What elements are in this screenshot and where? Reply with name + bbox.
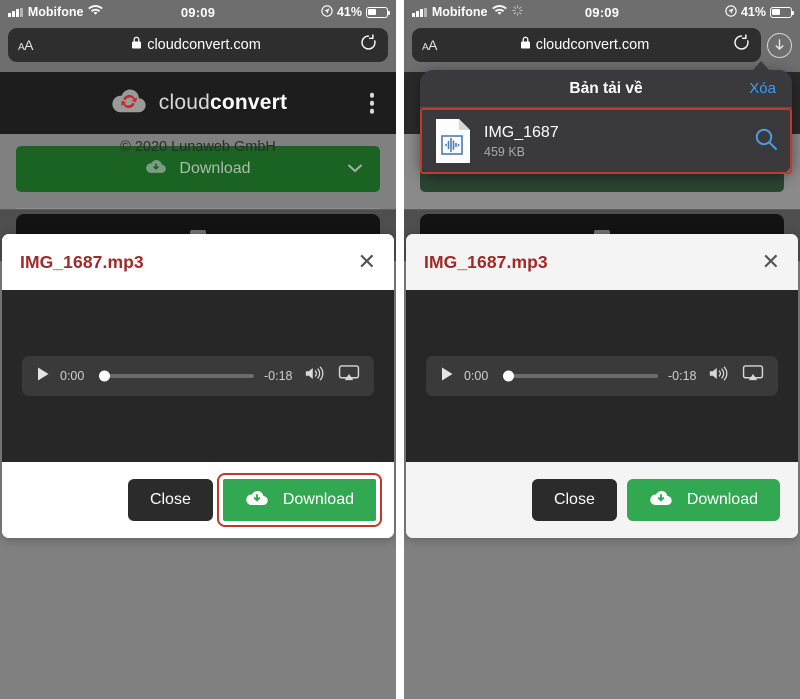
modal-download-label: Download <box>686 491 758 508</box>
url-text: cloudconvert.com <box>147 37 261 53</box>
carrier-label: Mobifone <box>27 5 84 19</box>
downloads-popover: Bản tải về Xóa IMG_1687 459 KB <box>420 61 792 174</box>
scrubber-knob[interactable] <box>99 370 110 382</box>
url-bar[interactable]: AA cloudconvert.com <box>412 28 761 62</box>
text-size-icon[interactable]: AA <box>422 37 438 53</box>
battery-icon <box>366 6 391 18</box>
screenshot-stage: Mobifone 09:09 41% AA cloudconvert.com c… <box>0 0 800 699</box>
copyright-text: © 2020 Lunaweb GmbH <box>120 139 276 155</box>
lock-icon <box>131 36 142 54</box>
scrubber-knob[interactable] <box>503 370 514 382</box>
download-file-size: 459 KB <box>484 145 526 159</box>
audio-preview-modal: IMG_1687.mp3 ✕ 0:00 -0:18 Close Download <box>2 234 394 538</box>
modal-footer: Close Download <box>2 462 394 538</box>
sync-spinner-icon <box>512 3 524 21</box>
download-arrow-circle-icon[interactable] <box>767 32 792 58</box>
remaining-time-label: -0:18 <box>264 369 293 383</box>
brand-wordmark: cloudconvert <box>159 91 287 115</box>
carrier-label: Mobifone <box>431 5 488 19</box>
site-footer: © 2020 Lunaweb GmbH <box>0 113 396 209</box>
volume-up-icon[interactable] <box>708 365 732 387</box>
downloads-title: Bản tải về <box>569 79 643 97</box>
clear-downloads-button[interactable]: Xóa <box>749 80 776 97</box>
current-time-label: 0:00 <box>60 369 85 383</box>
browser-url-bar-container: AA cloudconvert.com <box>0 24 396 72</box>
location-arrow-icon <box>321 4 333 20</box>
modal-body: 0:00 -0:18 <box>2 290 394 462</box>
right-phone-screenshot: Mobifone 09:09 41% AA cloudconvert.com I… <box>404 0 800 699</box>
cloud-download-icon <box>245 489 269 512</box>
wifi-icon <box>88 3 104 21</box>
location-arrow-icon <box>725 4 737 20</box>
audio-player[interactable]: 0:00 -0:18 <box>22 356 374 396</box>
audio-file-document-icon <box>434 118 472 164</box>
play-triangle-icon[interactable] <box>440 366 454 387</box>
popover-header: Bản tải về Xóa <box>420 70 792 108</box>
battery-percent-label: 41% <box>740 5 766 19</box>
signal-bars-icon <box>8 7 23 17</box>
modal-body: 0:00 -0:18 <box>406 290 798 462</box>
download-list-item[interactable]: IMG_1687 459 KB <box>420 108 792 174</box>
airplay-icon[interactable] <box>742 365 764 387</box>
close-x-icon[interactable]: ✕ <box>762 251 780 273</box>
modal-header: IMG_1687.mp3 ✕ <box>2 234 394 290</box>
url-bar[interactable]: AA cloudconvert.com <box>8 28 388 62</box>
download-file-name: IMG_1687 <box>484 124 559 141</box>
modal-title: IMG_1687.mp3 <box>424 251 548 272</box>
reload-icon[interactable] <box>732 33 751 57</box>
cloud-download-icon <box>649 489 673 512</box>
magnifying-glass-icon[interactable] <box>754 127 778 156</box>
remaining-time-label: -0:18 <box>668 369 697 383</box>
close-button[interactable]: Close <box>127 479 213 521</box>
lock-icon <box>520 36 531 54</box>
brand-bold: convert <box>209 91 288 114</box>
modal-download-button[interactable]: Download <box>626 479 780 521</box>
airplay-icon[interactable] <box>338 365 360 387</box>
brand-light: cloud <box>158 91 210 114</box>
current-time-label: 0:00 <box>464 369 489 383</box>
browser-url-bar-container: AA cloudconvert.com <box>404 24 800 72</box>
url-text: cloudconvert.com <box>535 37 650 53</box>
text-size-icon[interactable]: AA <box>18 37 34 53</box>
signal-bars-icon <box>412 7 427 17</box>
audio-preview-modal: IMG_1687.mp3 ✕ 0:00 -0:18 Close Download <box>406 234 798 538</box>
status-bar: Mobifone 09:09 41% <box>0 0 396 24</box>
modal-header: IMG_1687.mp3 ✕ <box>406 234 798 290</box>
page-body: Download IMG_1687.mp3 ✕ <box>0 134 396 538</box>
wifi-icon <box>492 3 508 21</box>
play-triangle-icon[interactable] <box>36 366 50 387</box>
audio-player[interactable]: 0:00 -0:18 <box>426 356 778 396</box>
modal-title: IMG_1687.mp3 <box>20 251 144 272</box>
battery-icon <box>770 6 795 18</box>
reload-icon[interactable] <box>359 33 378 57</box>
battery-percent-label: 41% <box>336 5 362 19</box>
progress-scrubber[interactable] <box>99 370 254 382</box>
kebab-menu-icon[interactable] <box>369 92 374 114</box>
download-file-meta: IMG_1687 459 KB <box>484 123 742 159</box>
close-x-icon[interactable]: ✕ <box>358 251 376 273</box>
modal-download-button[interactable]: Download <box>216 473 383 527</box>
progress-scrubber[interactable] <box>503 370 658 382</box>
modal-footer: Close Download <box>406 462 798 538</box>
close-button[interactable]: Close <box>531 479 617 521</box>
left-phone-screenshot: Mobifone 09:09 41% AA cloudconvert.com c… <box>0 0 396 699</box>
status-bar: Mobifone 09:09 41% <box>404 0 800 24</box>
volume-up-icon[interactable] <box>304 365 328 387</box>
modal-download-label: Download <box>282 491 354 508</box>
